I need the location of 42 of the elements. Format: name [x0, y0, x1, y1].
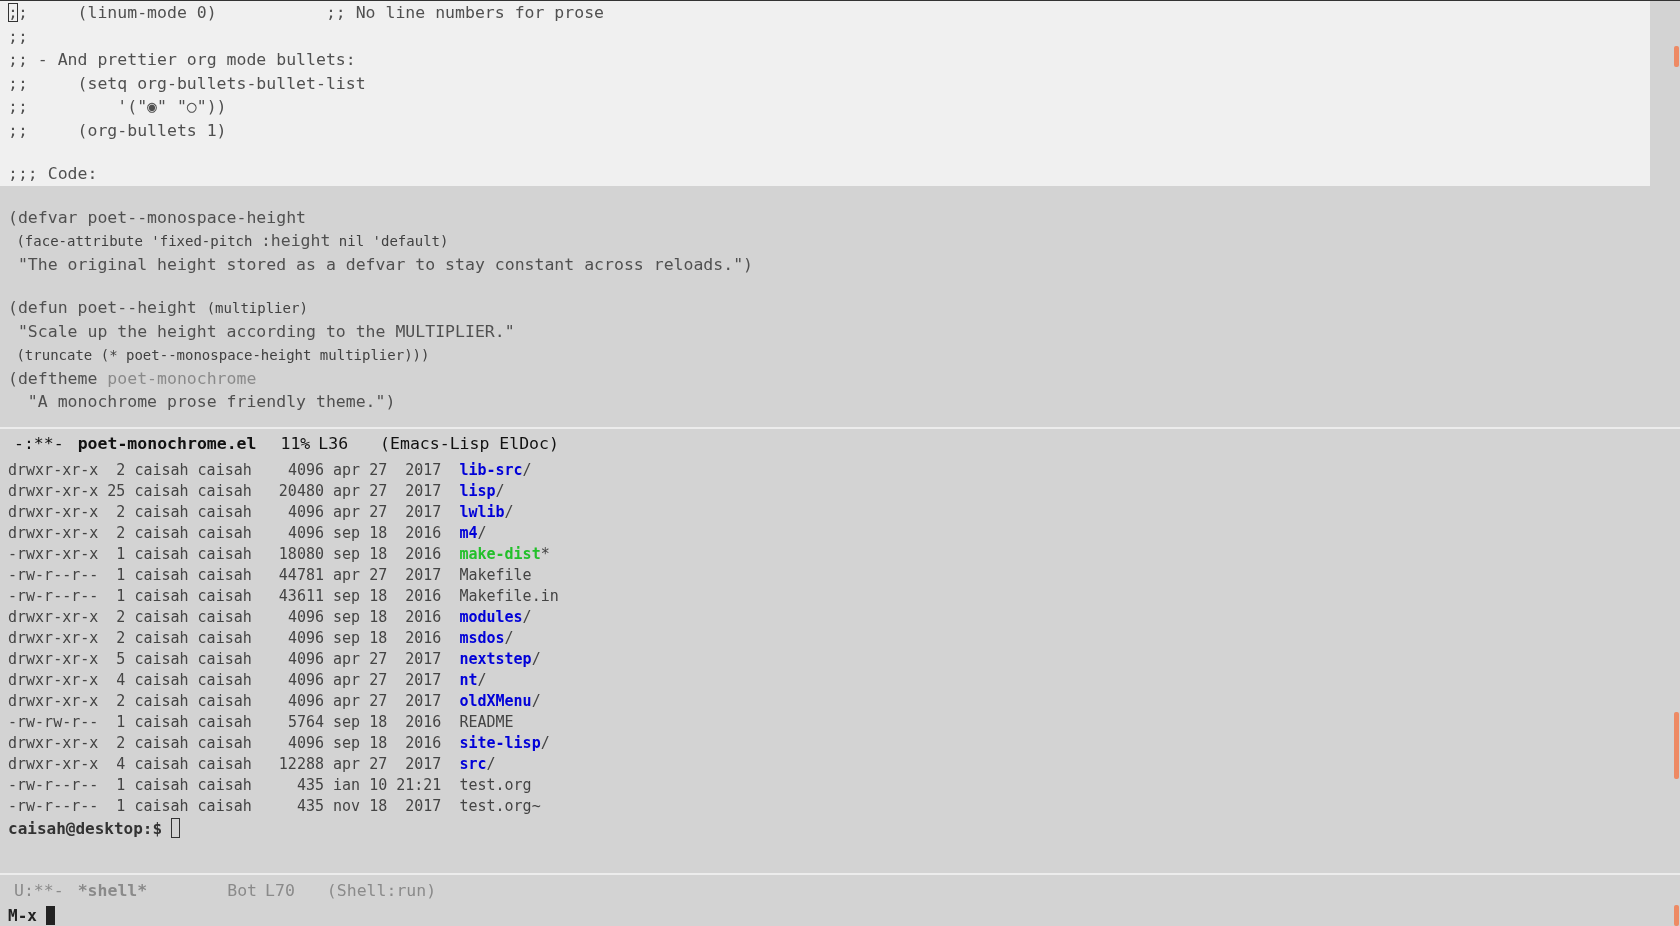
- listing-row-text: drwxr-xr-x 4 caisah caisah 12288 apr 27 2017 src/: [7, 754, 496, 776]
- code-line: "A monochrome prose friendly theme."): [26, 391, 397, 413]
- listing-row-text: drwxr-xr-x 2 caisah caisah 4096 sep 18 2016 msdos/: [7, 628, 514, 650]
- listing-row-text: drwxr-xr-x 2 caisah caisah 4096 apr 27 2017 lib-src/: [7, 460, 532, 482]
- scroll-indicator[interactable]: [1674, 46, 1679, 67]
- listing-row-text: -rw-r--r-- 1 caisah caisah 435 ian 10 21:21 test.org: [7, 775, 532, 797]
- listing-row-text: drwxr-xr-x 2 caisah caisah 4096 sep 18 2016 m4/: [7, 523, 487, 545]
- buffer-state: -:**-: [14, 434, 64, 454]
- line-number: L70: [265, 880, 295, 900]
- buffer-position: 11%: [280, 434, 311, 454]
- listing-row-text: -rw-rw-r-- 1 caisah caisah 5764 sep 18 2016 README: [7, 712, 514, 734]
- minibuffer-prompt: M-x: [8, 906, 37, 925]
- scroll-indicator[interactable]: [1674, 712, 1679, 780]
- code-line: "Scale up the height according to the MULTIPLIER.": [16, 320, 516, 343]
- line-number: L36: [318, 434, 349, 454]
- listing-row-text: drwxr-xr-x 2 caisah caisah 4096 apr 27 2017 oldXMenu/: [7, 691, 541, 713]
- text-cursor: [45, 906, 55, 925]
- major-mode: (Shell:run): [326, 880, 437, 900]
- listing-row-text: -rw-r--r-- 1 caisah caisah 43611 sep 18 2016 Makefile.in: [7, 586, 559, 608]
- text-cursor: [171, 818, 181, 839]
- code-line: (defun poet--height (multiplier): [7, 297, 309, 319]
- code-line: (face-attribute 'fixed-pitch :height nil 'default): [15, 230, 450, 252]
- code-line: (defvar poet--monospace-height: [7, 206, 307, 229]
- listing-row-text: drwxr-xr-x 2 caisah caisah 4096 sep 18 2016 modules/: [7, 607, 532, 629]
- listing-row-text: drwxr-xr-x 2 caisah caisah 4096 sep 18 2016 site-lisp/: [7, 733, 550, 755]
- listing-row-text: -rw-r--r-- 1 caisah caisah 44781 apr 27 2017 Makefile: [7, 565, 532, 587]
- listing-row-text: drwxr-xr-x 25 caisah caisah 20480 apr 27 2017 lisp/: [7, 481, 505, 503]
- listing-row-text: drwxr-xr-x 5 caisah caisah 4096 apr 27 2017 nextstep/: [7, 649, 541, 671]
- listing-row-text: -rw-r--r-- 1 caisah caisah 435 nov 18 2017 test.org~: [7, 796, 541, 818]
- code-line: "The original height stored as a defvar to stay constant across reloads."): [16, 253, 755, 276]
- buffer-name: *shell*: [77, 880, 148, 900]
- scroll-indicator[interactable]: [1674, 905, 1679, 926]
- listing-row-text: drwxr-xr-x 4 caisah caisah 4096 apr 27 2017 nt/: [7, 670, 487, 692]
- listing-row-text: -rwxr-xr-x 1 caisah caisah 18080 sep 18 2016 make-dist*: [7, 544, 550, 566]
- buffer-name: poet-monochrome.el: [77, 434, 257, 454]
- buffer-position: Bot: [227, 880, 258, 900]
- shell-prompt: caisah@desktop:$: [8, 819, 163, 838]
- code-line: (truncate (* poet--monospace-height multiplier))): [15, 346, 431, 365]
- major-mode: (Emacs-Lisp ElDoc): [380, 434, 559, 454]
- listing-row-text: drwxr-xr-x 2 caisah caisah 4096 apr 27 2017 lwlib/: [7, 502, 514, 524]
- buffer-state: U:**-: [14, 880, 64, 900]
- code-line: (deftheme poet-monochrome: [7, 367, 258, 390]
